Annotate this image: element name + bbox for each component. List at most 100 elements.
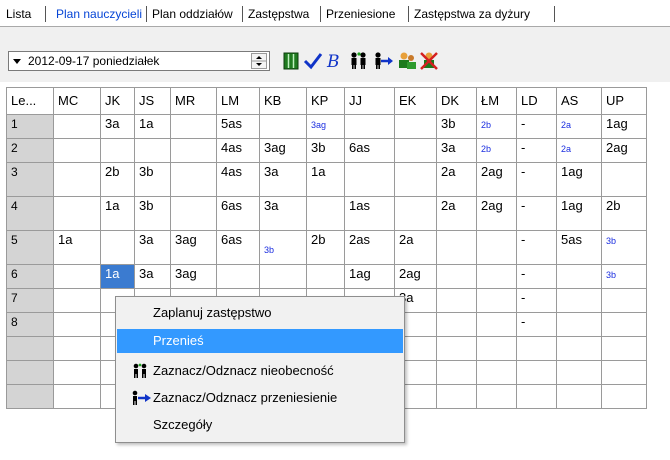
table-cell[interactable]	[100, 138, 135, 163]
table-cell[interactable]: 1as	[344, 196, 395, 231]
table-cell[interactable]	[601, 162, 647, 197]
menu-item-szczegoly[interactable]: Szczegóły	[117, 413, 403, 437]
table-cell[interactable]: 6as	[216, 230, 260, 265]
row-header[interactable]: 5	[6, 230, 54, 265]
table-cell[interactable]: 3b	[601, 230, 647, 265]
table-cell[interactable]	[53, 114, 101, 139]
column-header[interactable]: ŁM	[476, 87, 517, 115]
column-header[interactable]: JK	[100, 87, 135, 115]
row-header[interactable]: 2	[6, 138, 54, 163]
table-cell[interactable]	[476, 288, 517, 313]
table-cell[interactable]	[344, 114, 395, 139]
table-cell[interactable]	[259, 264, 307, 289]
table-cell[interactable]: 2b	[306, 230, 345, 265]
table-cell[interactable]	[344, 162, 395, 197]
table-cell[interactable]: 1a	[100, 264, 135, 289]
table-cell[interactable]: 3a	[134, 264, 171, 289]
column-header[interactable]: UP	[601, 87, 647, 115]
table-cell[interactable]	[556, 384, 602, 409]
people-remove-icon[interactable]	[419, 51, 439, 71]
table-cell[interactable]	[556, 312, 602, 337]
checkmark-icon[interactable]	[303, 51, 323, 71]
tab-przeniesione[interactable]: Przeniesione	[326, 4, 395, 24]
table-cell[interactable]	[53, 312, 101, 337]
table-cell[interactable]: 3ag	[170, 264, 217, 289]
table-cell[interactable]: 2as	[344, 230, 395, 265]
column-header[interactable]: LM	[216, 87, 260, 115]
table-cell[interactable]	[436, 288, 477, 313]
table-cell[interactable]: 3a	[259, 162, 307, 197]
table-cell[interactable]: 3b	[134, 162, 171, 197]
table-cell[interactable]: 3a	[134, 230, 171, 265]
column-header[interactable]: Le...	[6, 87, 54, 115]
date-combobox[interactable]: 2012-09-17 poniedziałek	[8, 51, 270, 71]
table-cell[interactable]	[394, 114, 437, 139]
table-cell[interactable]	[170, 162, 217, 197]
table-cell[interactable]: 5as	[216, 114, 260, 139]
table-cell[interactable]	[216, 264, 260, 289]
menu-item-zaplanuj-zastepstwo[interactable]: Zaplanuj zastępstwo	[117, 301, 403, 325]
table-cell[interactable]	[259, 114, 307, 139]
table-cell[interactable]: -	[516, 114, 557, 139]
table-cell[interactable]	[53, 360, 101, 385]
table-cell[interactable]	[476, 384, 517, 409]
table-cell[interactable]	[53, 162, 101, 197]
tab-plan-oddzialow[interactable]: Plan oddziałów	[152, 4, 233, 24]
column-header[interactable]: KB	[259, 87, 307, 115]
row-header[interactable]	[6, 336, 54, 361]
row-header[interactable]	[6, 360, 54, 385]
table-cell[interactable]	[476, 336, 517, 361]
table-cell[interactable]: 3b	[601, 264, 647, 289]
table-cell[interactable]	[170, 138, 217, 163]
table-cell[interactable]	[601, 384, 647, 409]
table-cell[interactable]: -	[516, 196, 557, 231]
table-cell[interactable]: 3b	[436, 114, 477, 139]
table-cell[interactable]	[306, 264, 345, 289]
row-header[interactable]: 8	[6, 312, 54, 337]
table-cell[interactable]: 1ag	[344, 264, 395, 289]
table-cell[interactable]	[436, 384, 477, 409]
row-header[interactable]	[6, 384, 54, 409]
table-cell[interactable]	[436, 230, 477, 265]
table-cell[interactable]	[436, 312, 477, 337]
table-cell[interactable]: 2ag	[394, 264, 437, 289]
table-cell[interactable]	[306, 196, 345, 231]
table-cell[interactable]: 3a	[259, 196, 307, 231]
table-cell[interactable]	[53, 336, 101, 361]
table-cell[interactable]	[170, 114, 217, 139]
people-swap-icon[interactable]	[397, 51, 417, 71]
table-cell[interactable]	[394, 196, 437, 231]
row-header[interactable]: 7	[6, 288, 54, 313]
column-header[interactable]: JS	[134, 87, 171, 115]
table-cell[interactable]: 2a	[394, 230, 437, 265]
menu-item-zaznacz-przeniesienie[interactable]: Zaznacz/Odznacz przeniesienie	[117, 386, 403, 410]
tab-plan-nauczycieli[interactable]: Plan nauczycieli	[56, 4, 142, 24]
table-cell[interactable]	[516, 360, 557, 385]
table-cell[interactable]	[394, 138, 437, 163]
table-cell[interactable]: 2ag	[476, 162, 517, 197]
column-header[interactable]: KP	[306, 87, 345, 115]
row-header[interactable]: 1	[6, 114, 54, 139]
tab-zastepstwa[interactable]: Zastępstwa	[248, 4, 309, 24]
column-header[interactable]: DK	[436, 87, 477, 115]
table-cell[interactable]: 6as	[344, 138, 395, 163]
table-cell[interactable]: -	[516, 230, 557, 265]
table-cell[interactable]: -	[516, 162, 557, 197]
table-cell[interactable]: -	[516, 312, 557, 337]
table-cell[interactable]	[53, 384, 101, 409]
menu-item-zaznacz-nieobecnosc[interactable]: Zaznacz/Odznacz nieobecność	[117, 359, 403, 383]
table-cell[interactable]: 3a	[100, 114, 135, 139]
table-cell[interactable]	[100, 230, 135, 265]
table-cell[interactable]: 3b	[259, 230, 307, 265]
table-cell[interactable]: 1a	[306, 162, 345, 197]
table-cell[interactable]	[601, 336, 647, 361]
table-cell[interactable]: 3ag	[306, 114, 345, 139]
table-cell[interactable]: 2b	[100, 162, 135, 197]
table-cell[interactable]	[53, 288, 101, 313]
table-cell[interactable]	[53, 264, 101, 289]
table-cell[interactable]: 4as	[216, 162, 260, 197]
menu-item-przenies[interactable]: Przenieś	[117, 329, 403, 353]
person-move-icon[interactable]	[373, 51, 393, 71]
table-cell[interactable]	[394, 162, 437, 197]
table-cell[interactable]: 2a	[556, 138, 602, 163]
